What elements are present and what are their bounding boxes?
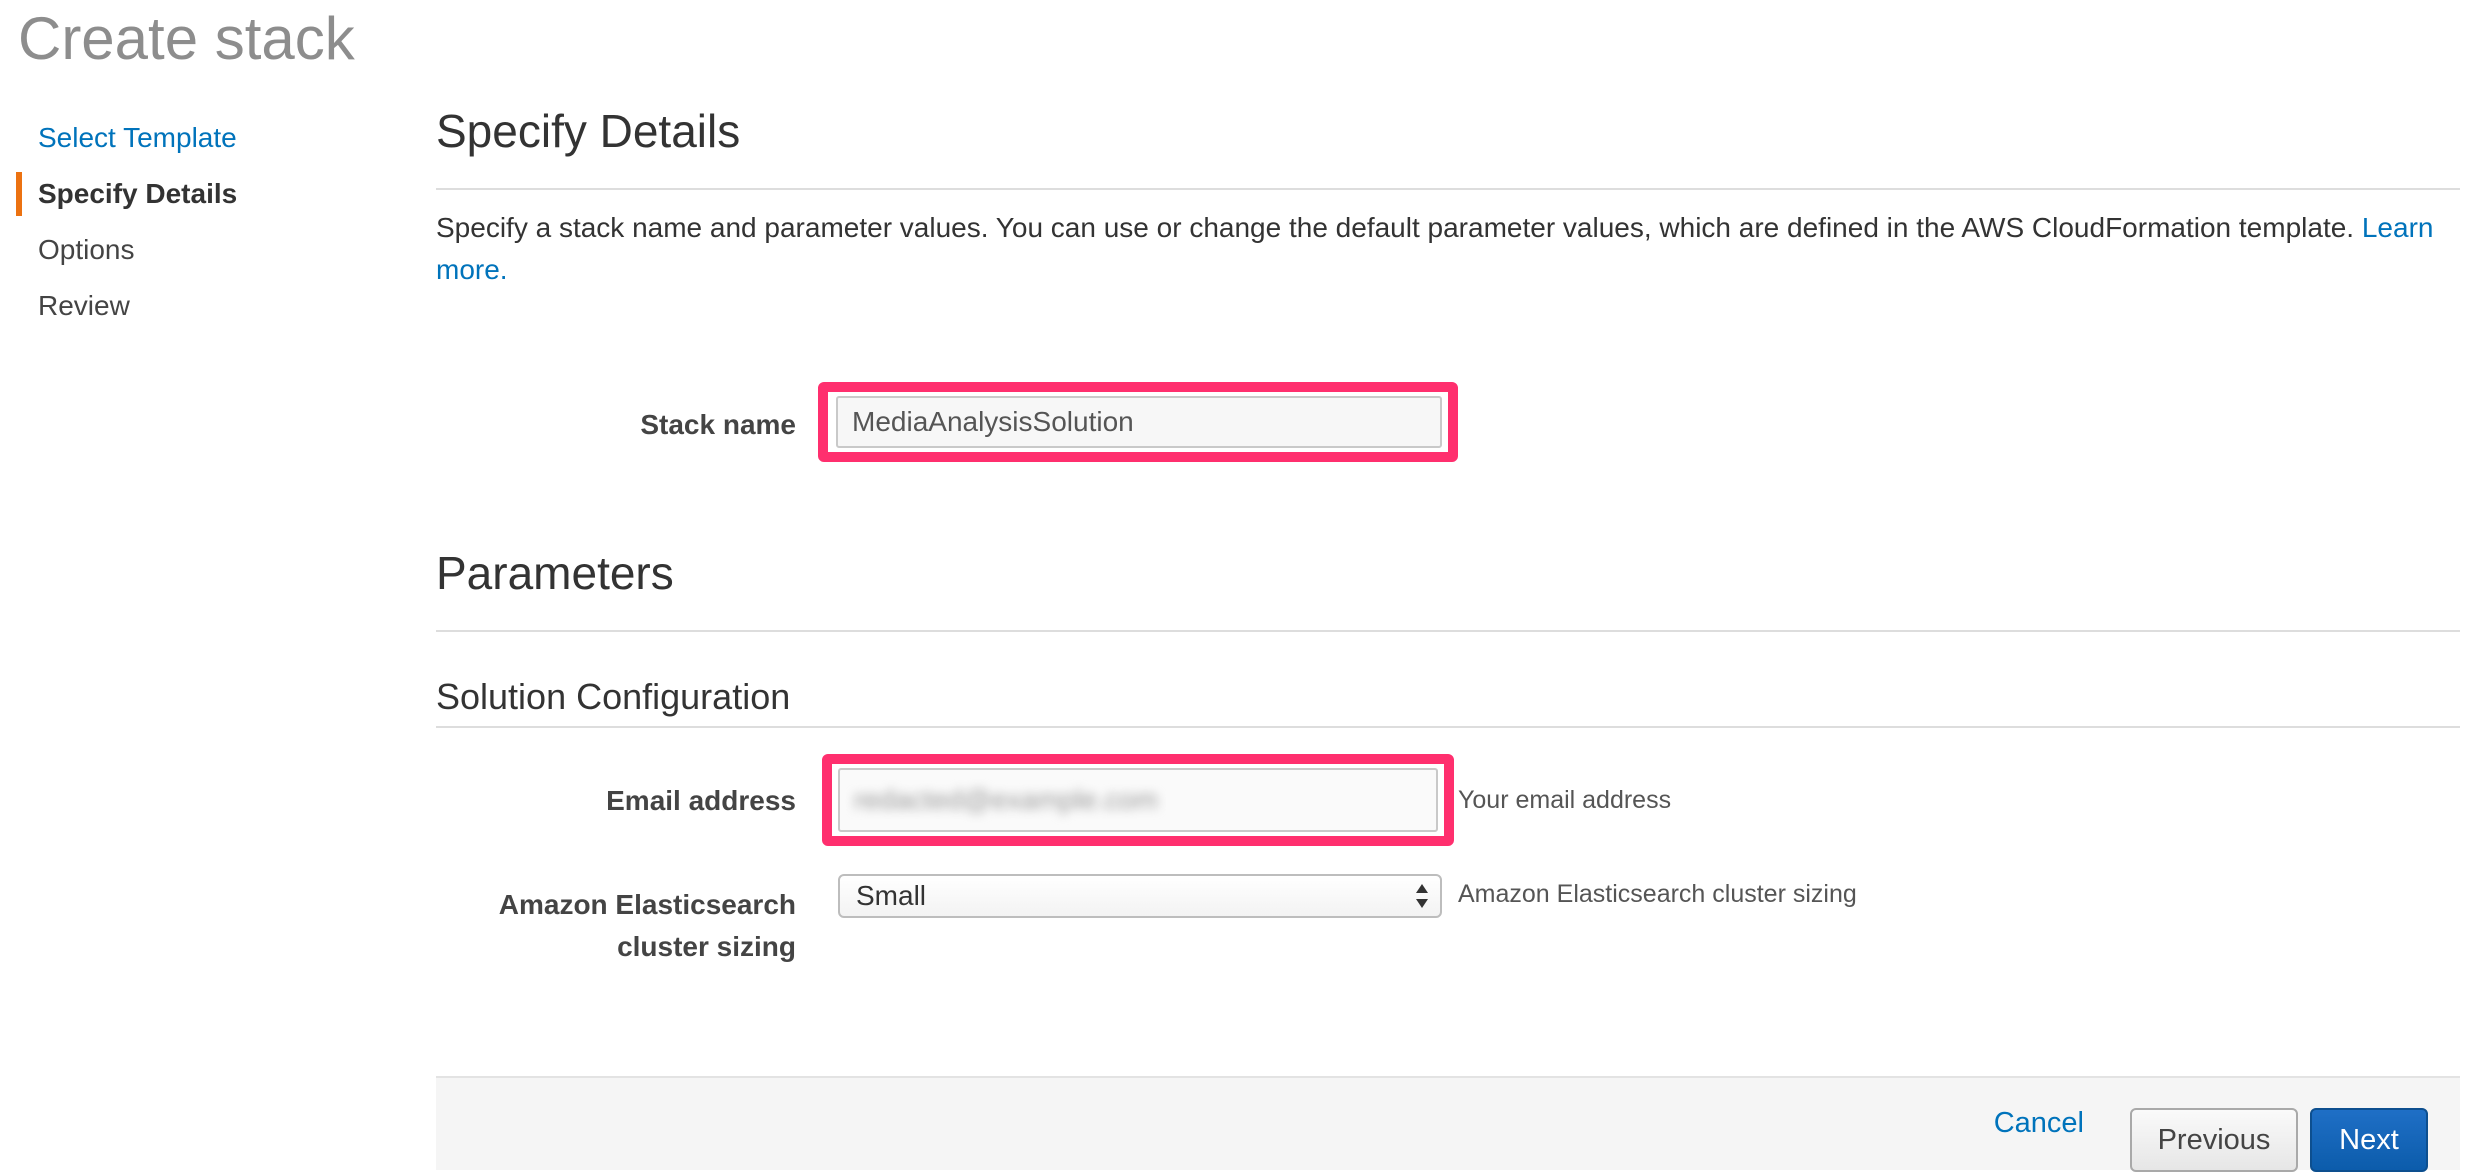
details-description: Specify a stack name and parameter value…	[436, 207, 2446, 291]
previous-button[interactable]: Previous	[2130, 1108, 2298, 1172]
wizard-steps: Select Template Specify Details Options …	[16, 110, 336, 334]
es-sizing-select[interactable]: Small	[838, 874, 1442, 918]
main-content: Specify Details Specify a stack name and…	[436, 0, 2460, 1172]
cancel-button[interactable]: Cancel	[1988, 1106, 2090, 1141]
section-divider	[436, 188, 2460, 190]
next-button[interactable]: Next	[2310, 1108, 2428, 1172]
step-select-template[interactable]: Select Template	[16, 110, 336, 166]
email-address-hint: Your email address	[1458, 786, 1672, 814]
es-sizing-label-line2: cluster sizing	[617, 931, 796, 962]
step-review: Review	[38, 290, 130, 321]
page-title: Create stack	[18, 5, 355, 72]
parameters-heading: Parameters	[436, 547, 674, 599]
es-sizing-selected-value: Small	[856, 880, 927, 911]
description-text: Specify a stack name and parameter value…	[436, 212, 2355, 243]
step-options: Options	[38, 234, 135, 265]
es-sizing-label-line1: Amazon Elasticsearch	[498, 889, 796, 920]
es-sizing-label: Amazon Elasticsearch cluster sizing	[436, 884, 796, 968]
stack-name-label: Stack name	[640, 409, 796, 440]
subsection-divider	[436, 726, 2460, 728]
email-address-value: redacted@example.com	[854, 784, 1158, 815]
up-down-arrows-icon	[1416, 884, 1428, 908]
parameters-divider	[436, 630, 2460, 632]
es-sizing-hint: Amazon Elasticsearch cluster sizing	[1458, 880, 1857, 908]
email-address-input[interactable]: redacted@example.com	[838, 768, 1438, 832]
specify-details-heading: Specify Details	[436, 105, 741, 157]
wizard-footer: Cancel Previous Next	[436, 1076, 2460, 1172]
solution-configuration-heading: Solution Configuration	[436, 676, 791, 717]
email-address-label: Email address	[606, 785, 796, 816]
step-specify-details: Specify Details	[16, 166, 336, 222]
stack-name-input[interactable]	[836, 396, 1442, 448]
